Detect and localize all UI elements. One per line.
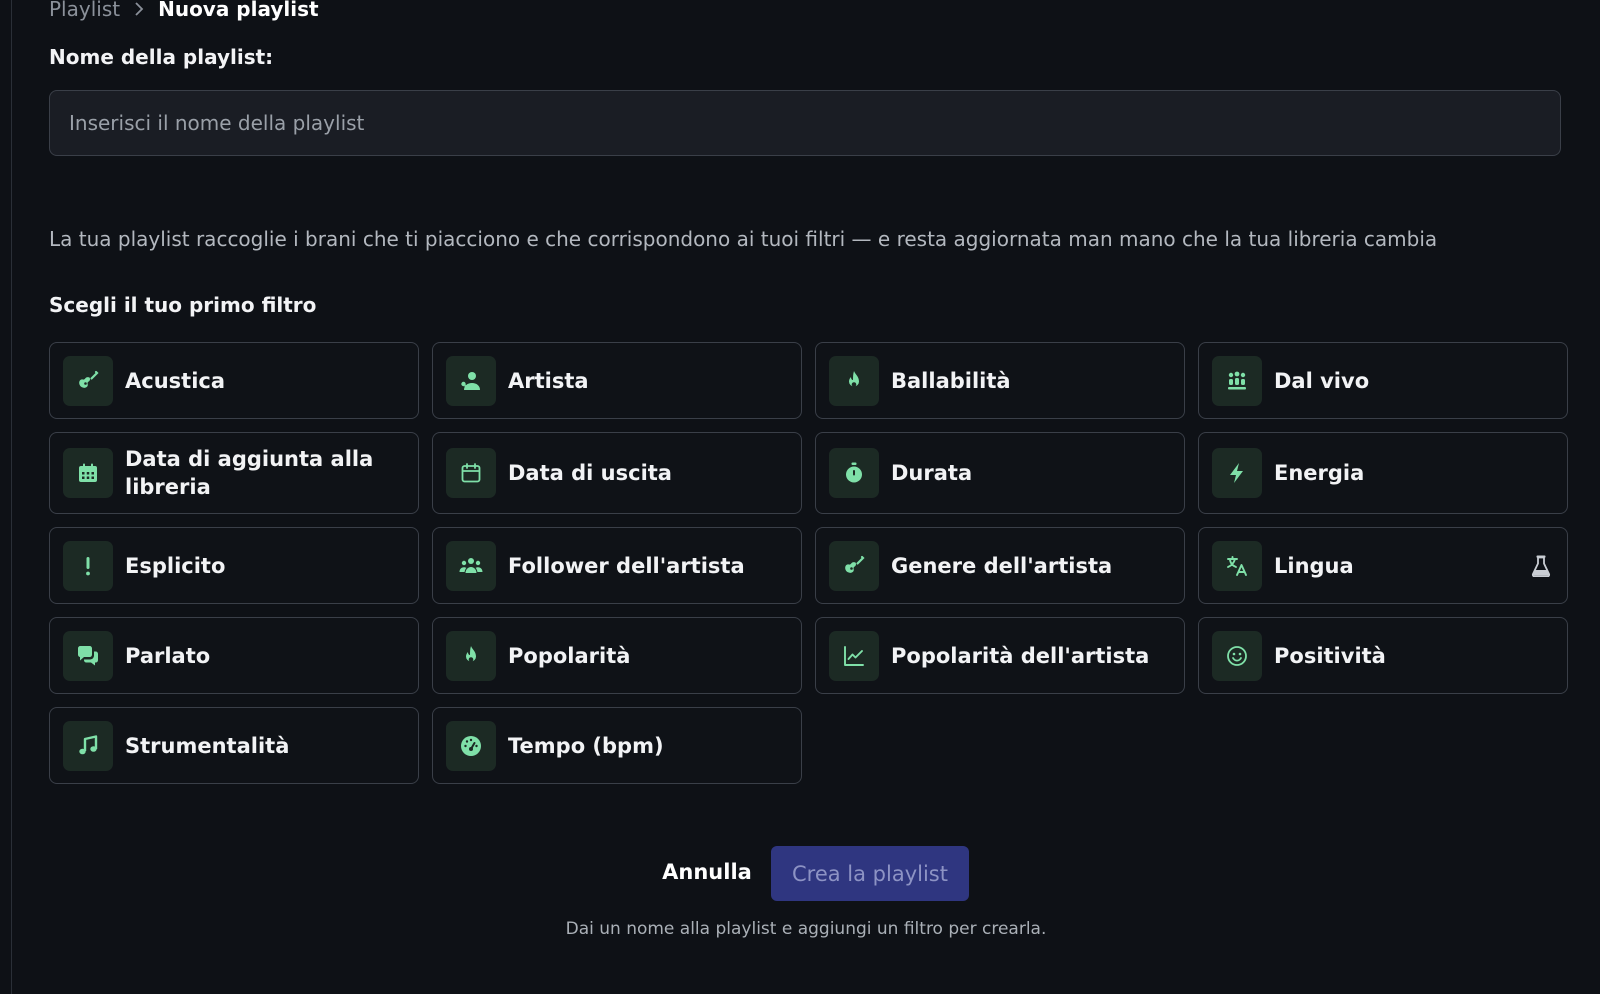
breadcrumb-playlist-link[interactable]: Playlist [49, 0, 120, 22]
filter-option-label: Follower dell'artista [508, 553, 745, 578]
filter-option-label: Genere dell'artista [891, 553, 1113, 578]
filter-option-label: Tempo (bpm) [508, 733, 664, 758]
filter-option-lingua[interactable]: Lingua [1198, 527, 1568, 604]
filter-option-label: Popolarità [508, 643, 631, 668]
filter-option-popolarità-dell-artista[interactable]: Popolarità dell'artista [815, 617, 1185, 694]
exclamation-icon [63, 540, 113, 591]
guitar-icon [63, 355, 113, 406]
filter-option-label: Popolarità dell'artista [891, 643, 1150, 668]
filter-option-artista[interactable]: Artista [432, 342, 802, 419]
filter-option-label: Data di uscita [508, 461, 672, 485]
filter-option-label: Acustica [125, 368, 226, 393]
filter-option-label: Artista [508, 368, 589, 393]
filter-option-label: Parlato [125, 643, 211, 668]
calendar-icon [446, 448, 496, 498]
cancel-button[interactable]: Annulla [648, 846, 766, 898]
filter-option-tempo-bpm[interactable]: Tempo (bpm) [432, 707, 802, 784]
filter-option-label: Data di aggiunta alla libreria [125, 447, 374, 499]
filters-section-title: Scegli il tuo primo filtro [49, 293, 317, 317]
calendar-filled-icon [63, 448, 113, 498]
filter-option-popolarità[interactable]: Popolarità [432, 617, 802, 694]
filter-option-positività[interactable]: Positività [1198, 617, 1568, 694]
filter-option-esplicito[interactable]: Esplicito [49, 527, 419, 604]
filter-option-label: Positività [1274, 643, 1386, 668]
bolt-icon [1212, 448, 1262, 498]
fire-icon [829, 355, 879, 406]
filter-option-data-di-uscita[interactable]: Data di uscita [432, 432, 802, 514]
stopwatch-icon [829, 448, 879, 498]
filter-option-energia[interactable]: Energia [1198, 432, 1568, 514]
filter-option-data-di-aggiunta-alla-libreria[interactable]: Data di aggiunta alla libreria [49, 432, 419, 514]
chevron-right-icon [135, 2, 144, 16]
filter-option-durata[interactable]: Durata [815, 432, 1185, 514]
filter-option-follower-dell-artista[interactable]: Follower dell'artista [432, 527, 802, 604]
filter-option-label: Ballabilità [891, 368, 1011, 393]
flask-icon [1531, 555, 1551, 577]
filter-option-label: Esplicito [125, 553, 226, 578]
filter-option-label: Energia [1274, 461, 1365, 485]
filter-option-label: Strumentalità [125, 733, 290, 758]
artist-icon [446, 355, 496, 406]
music-note-icon [63, 720, 113, 771]
playlist-name-input[interactable] [49, 90, 1561, 156]
chart-line-icon [829, 630, 879, 681]
crowd-icon [1212, 355, 1262, 406]
filter-option-strumentalità[interactable]: Strumentalità [49, 707, 419, 784]
guitar-icon [829, 540, 879, 591]
sidebar-divider [11, 0, 12, 994]
filter-option-label: Durata [891, 461, 973, 485]
gauge-icon [446, 720, 496, 771]
translate-icon [1212, 540, 1262, 591]
new-playlist-page: Playlist Nuova playlist Nome della playl… [0, 0, 1600, 994]
filter-option-parlato[interactable]: Parlato [49, 617, 419, 694]
chat-icon [63, 630, 113, 681]
filter-option-label: Dal vivo [1274, 368, 1370, 393]
filter-option-label: Lingua [1274, 553, 1354, 578]
smile-icon [1212, 630, 1262, 681]
breadcrumb: Playlist Nuova playlist [49, 0, 319, 22]
filter-option-genere-dell-artista[interactable]: Genere dell'artista [815, 527, 1185, 604]
fire-icon [446, 630, 496, 681]
filter-option-acustica[interactable]: Acustica [49, 342, 419, 419]
breadcrumb-current: Nuova playlist [158, 0, 319, 21]
filter-option-dal-vivo[interactable]: Dal vivo [1198, 342, 1568, 419]
filter-option-ballabilità[interactable]: Ballabilità [815, 342, 1185, 419]
playlist-description: La tua playlist raccoglie i brani che ti… [49, 227, 1438, 251]
create-hint: Dai un nome alla playlist e aggiungi un … [565, 919, 1047, 939]
create-playlist-button[interactable]: Crea la playlist [771, 846, 969, 901]
users-icon [446, 540, 496, 591]
playlist-name-label: Nome della playlist: [49, 45, 274, 69]
